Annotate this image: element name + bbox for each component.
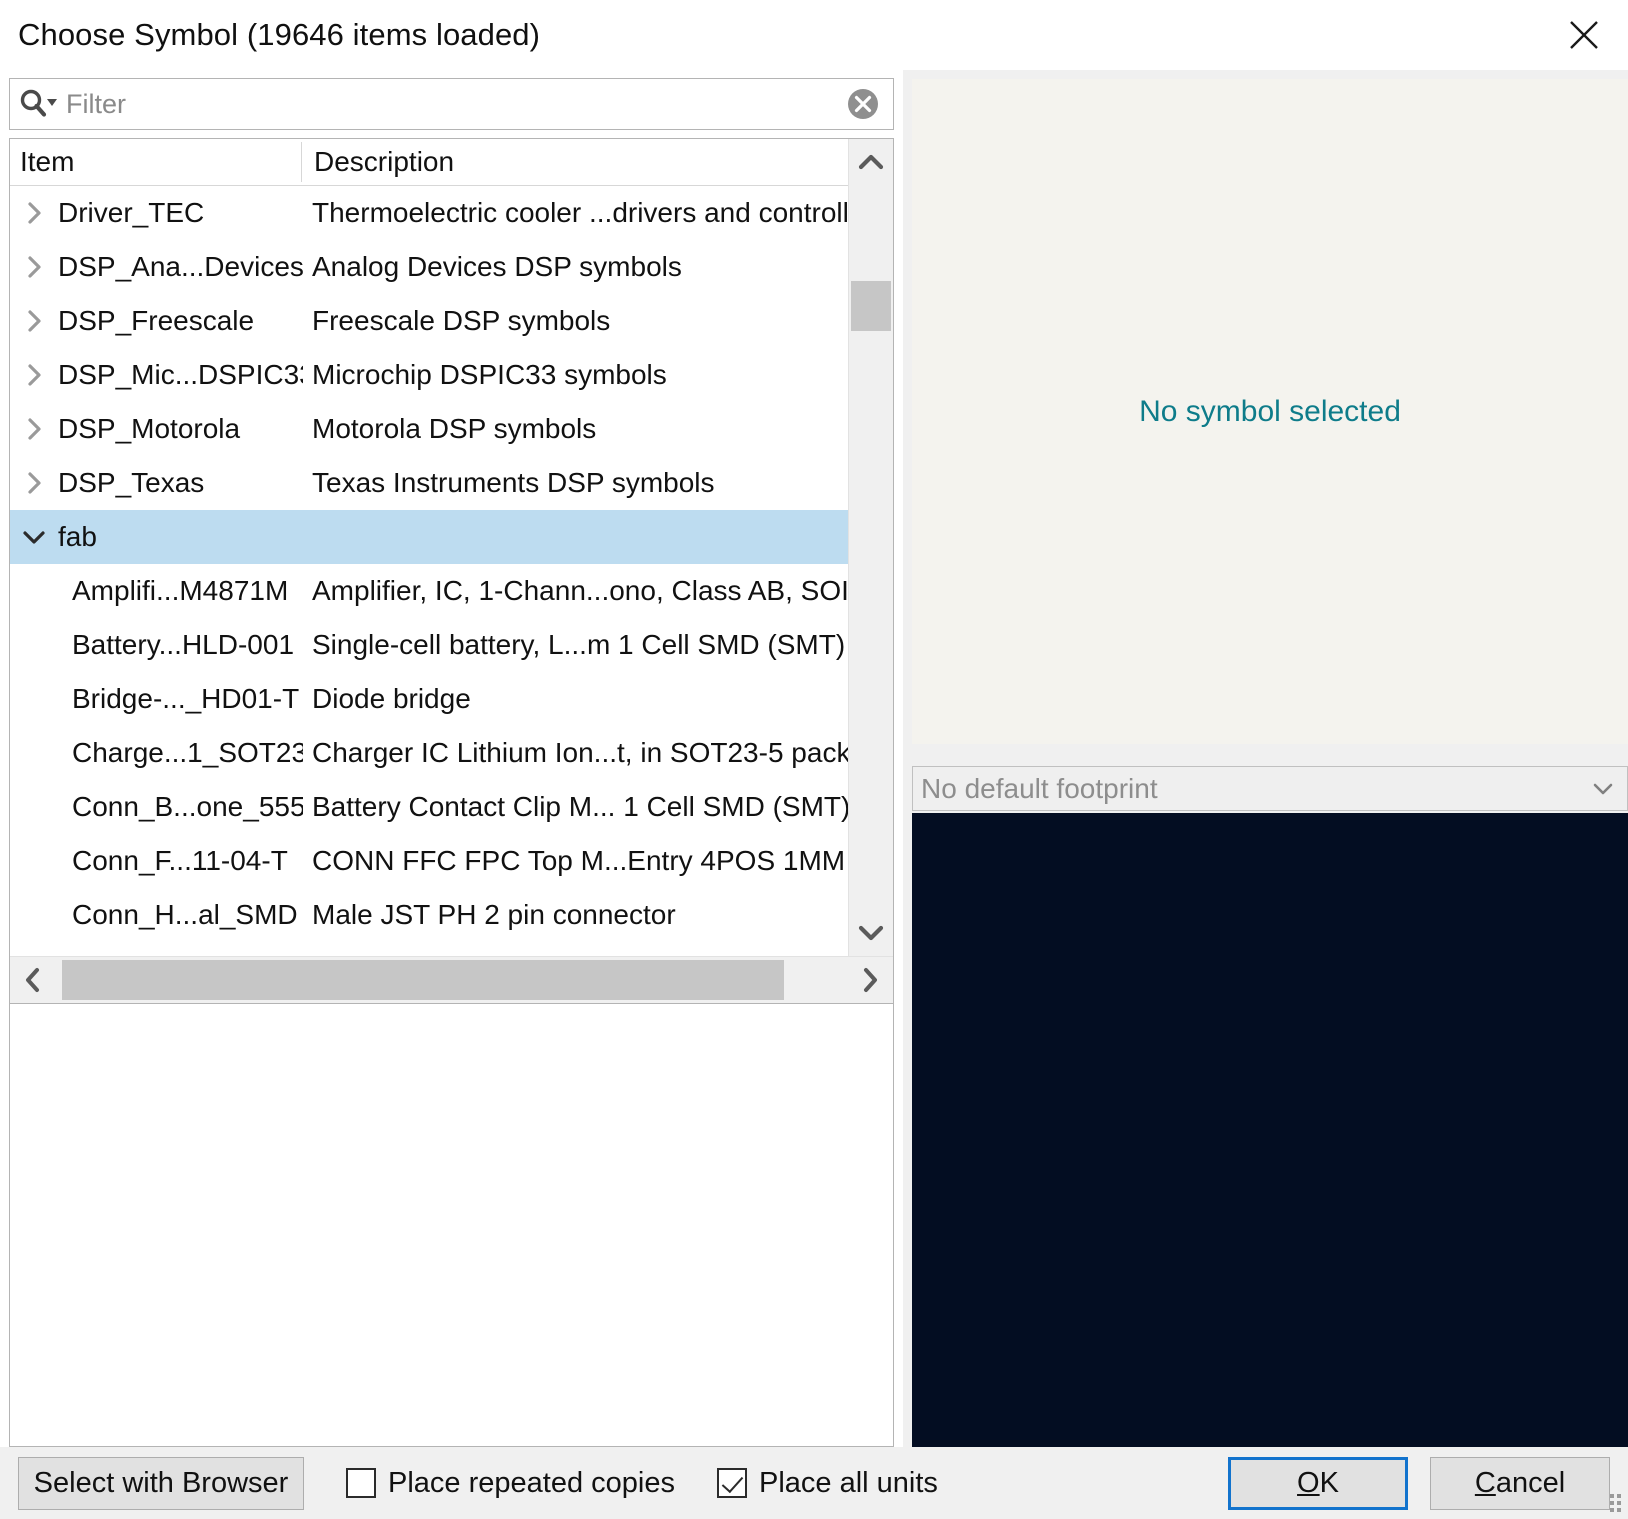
tree-row-item: Driver_TEC	[58, 197, 205, 228]
tree-horizontal-scrollbar[interactable]	[10, 956, 893, 1003]
tree-row-description: Amplifier, IC, 1-Chann...ono, Class AB, …	[312, 575, 848, 606]
horizontal-scroll-thumb[interactable]	[62, 960, 784, 1000]
scroll-right-icon[interactable]	[847, 967, 893, 993]
column-header-description[interactable]: Description	[302, 142, 848, 182]
tree-row[interactable]: Charge...1_SOT23 Charger IC Lithium Ion..…	[10, 726, 848, 780]
symbol-preview-panel: No symbol selected	[912, 79, 1628, 744]
tree-header: Item Description	[10, 139, 848, 186]
left-pane: Item Description Driver_TEC Thermoelectri…	[0, 70, 903, 1447]
place-all-units-checkbox[interactable]: Place all units	[716, 1466, 938, 1500]
tree-row[interactable]: Driver_TEC Thermoelectric cooler ...drive…	[10, 186, 848, 240]
tree-row[interactable]: Amplifi...M4871M Amplifier, IC, 1-Chann..…	[10, 564, 848, 618]
clear-filter-icon[interactable]	[833, 85, 893, 123]
tree-row-item: DSP_Mic...DSPIC33	[58, 359, 303, 390]
expand-chevron-right-icon[interactable]	[10, 254, 58, 280]
collapse-chevron-down-icon[interactable]	[10, 526, 58, 548]
choose-symbol-dialog: Choose Symbol (19646 items loaded) Filte…	[0, 0, 1628, 1519]
tree-row[interactable]: Bridge-..._HD01-T Diode bridge	[10, 672, 848, 726]
symbol-details-panel	[9, 1004, 894, 1447]
tree-row[interactable]: DSP_Texas Texas Instruments DSP symbols	[10, 456, 848, 510]
expand-chevron-right-icon[interactable]	[10, 308, 58, 334]
chevron-down-icon[interactable]	[1579, 781, 1627, 797]
scroll-up-icon[interactable]	[849, 139, 893, 185]
symbol-tree-viewport: Item Description Driver_TEC Thermoelectri…	[10, 139, 893, 956]
cancel-label-rest: ancel	[1495, 1466, 1566, 1499]
column-header-item[interactable]: Item	[10, 142, 302, 182]
tree-row-item: Amplifi...M4871M	[72, 575, 289, 606]
expand-chevron-right-icon[interactable]	[10, 362, 58, 388]
right-pane: No symbol selected No default footprint	[903, 70, 1628, 1447]
tree-row-list: Driver_TEC Thermoelectric cooler ...drive…	[10, 186, 848, 956]
vertical-scroll-track[interactable]	[849, 185, 893, 910]
tree-row-partial[interactable]	[10, 942, 848, 956]
tree-row-item: Conn_B...one_555	[72, 791, 303, 822]
tree-row[interactable]: DSP_Ana...Devices Analog Devices DSP symb…	[10, 240, 848, 294]
tree-row[interactable]: fab	[10, 510, 848, 564]
tree-row-item: Conn_F...11-04-T	[72, 845, 288, 876]
tree-row-description: Male JST PH 2 pin connector	[312, 899, 676, 930]
resize-grip[interactable]	[1610, 1494, 1624, 1516]
place-repeated-copies-checkbox[interactable]: Place repeated copies	[346, 1467, 675, 1500]
scroll-left-icon[interactable]	[10, 967, 56, 993]
search-input[interactable]	[66, 88, 833, 120]
tree-row-description: Analog Devices DSP symbols	[312, 251, 682, 282]
place-all-units-label: Place all units	[758, 1466, 938, 1499]
tree-vertical-scrollbar[interactable]	[848, 139, 893, 956]
tree-row[interactable]: DSP_Mic...DSPIC33 Microchip DSPIC33 symbo…	[10, 348, 848, 402]
tree-row-description: Thermoelectric cooler ...drivers and con…	[312, 197, 848, 228]
symbol-tree: Item Description Driver_TEC Thermoelectri…	[9, 138, 894, 1004]
tree-row-item: DSP_Motorola	[58, 413, 241, 444]
tree-row-item: fab	[58, 521, 97, 552]
dialog-footer: Select with Browser Place repeated copie…	[0, 1447, 1628, 1519]
checkbox-box[interactable]	[346, 1468, 376, 1498]
tree-row-item: DSP_Texas	[58, 467, 205, 498]
tree-row[interactable]: Conn_B...one_555 Battery Contact Clip M..…	[10, 780, 848, 834]
select-with-browser-button[interactable]: Select with Browser	[18, 1456, 304, 1510]
dialog-body: Item Description Driver_TEC Thermoelectri…	[0, 70, 1628, 1447]
tree-row-item: Charge...1_SOT23	[72, 737, 303, 768]
vertical-scroll-thumb[interactable]	[851, 281, 891, 331]
footprint-preview-canvas[interactable]	[912, 813, 1628, 1447]
tree-row[interactable]: DSP_Freescale Freescale DSP symbols	[10, 294, 848, 348]
tree-row-item: Battery...HLD-001	[72, 629, 295, 660]
filter-bar	[9, 78, 894, 130]
footprint-select-value: No default footprint	[921, 772, 1158, 804]
tree-row[interactable]: DSP_Motorola Motorola DSP symbols	[10, 402, 848, 456]
tree-row-item: DSP_Ana...Devices	[58, 251, 303, 282]
tree-row[interactable]: Battery...HLD-001 Single-cell battery, L.…	[10, 618, 848, 672]
expand-chevron-right-icon[interactable]	[10, 200, 58, 226]
place-repeated-copies-label: Place repeated copies	[388, 1466, 675, 1499]
cancel-mnemonic: C	[1474, 1466, 1496, 1499]
tree-row-description: Diode bridge	[312, 683, 471, 714]
tree-row-item: Bridge-..._HD01-T	[72, 683, 300, 714]
tree-row[interactable]: Conn_F...11-04-T CONN FFC FPC Top M...Ent…	[10, 834, 848, 888]
tree-row-description: Single-cell battery, L...m 1 Cell SMD (S…	[312, 629, 848, 660]
no-symbol-message: No symbol selected	[1139, 394, 1401, 428]
symbol-tree-columns: Item Description Driver_TEC Thermoelectri…	[10, 139, 848, 956]
expand-chevron-right-icon[interactable]	[10, 470, 58, 496]
scroll-down-icon[interactable]	[849, 910, 893, 956]
tree-row-description: Microchip DSPIC33 symbols	[312, 359, 667, 390]
dialog-title: Choose Symbol (19646 items loaded)	[18, 17, 541, 52]
dialog-titlebar: Choose Symbol (19646 items loaded)	[0, 0, 1628, 70]
horizontal-scroll-track[interactable]	[56, 957, 847, 1003]
expand-chevron-right-icon[interactable]	[10, 416, 58, 442]
tree-row-description: Texas Instruments DSP symbols	[312, 467, 715, 498]
footprint-select[interactable]: No default footprint	[912, 766, 1628, 811]
tree-row-description: CONN FFC FPC Top M...Entry 4POS 1MM R/	[312, 845, 848, 876]
tree-row[interactable]: Conn_H...al_SMD Male JST PH 2 pin connect…	[10, 888, 848, 942]
search-dropdown-icon[interactable]	[10, 87, 66, 121]
cancel-button[interactable]: Cancel	[1430, 1456, 1610, 1510]
ok-mnemonic: O	[1297, 1466, 1320, 1499]
ok-button[interactable]: OK	[1228, 1456, 1408, 1510]
tree-row-description: Battery Contact Clip M... 1 Cell SMD (SM…	[312, 791, 848, 822]
checkbox-box[interactable]	[716, 1468, 747, 1498]
tree-row-description: Freescale DSP symbols	[312, 305, 611, 336]
tree-row-item: Conn_H...al_SMD	[72, 899, 298, 930]
tree-row-item: DSP_Freescale	[58, 305, 255, 336]
tree-row-description: Motorola DSP symbols	[312, 413, 597, 444]
tree-row-description: Charger IC Lithium Ion...t, in SOT23-5 p…	[312, 737, 848, 768]
ok-label-rest: K	[1319, 1466, 1339, 1499]
close-icon[interactable]	[1558, 10, 1610, 60]
